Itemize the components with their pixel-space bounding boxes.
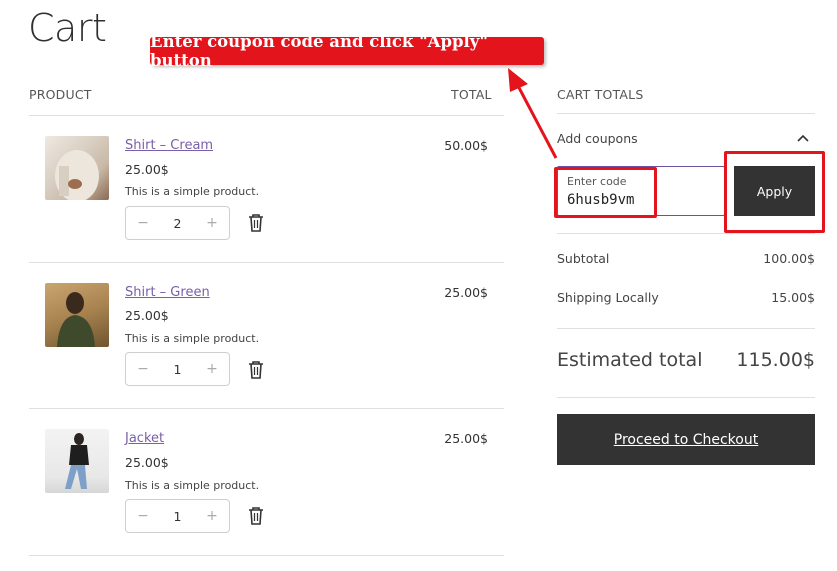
product-description: This is a simple product.: [125, 185, 260, 198]
divider: [557, 233, 815, 234]
product-name-link[interactable]: Shirt – Cream: [125, 138, 213, 153]
decrease-quantity-button[interactable]: −: [136, 215, 150, 231]
chevron-up-icon[interactable]: [797, 134, 809, 142]
decrease-quantity-button[interactable]: −: [136, 508, 150, 524]
product-column-header: PRODUCT: [29, 87, 92, 102]
trash-icon[interactable]: [247, 213, 265, 233]
shipping-value: 15.00$: [771, 290, 815, 305]
total-column-header: TOTAL: [451, 87, 492, 102]
highlight-box: [554, 167, 657, 218]
quantity-value[interactable]: 1: [174, 509, 182, 524]
cart-totals-heading: CART TOTALS: [557, 87, 644, 102]
product-description: This is a simple product.: [125, 479, 260, 492]
product-price: 25.00$: [125, 162, 169, 177]
item-total: 25.00$: [444, 285, 488, 300]
product-description: This is a simple product.: [125, 332, 260, 345]
divider: [557, 397, 815, 398]
page-title: Cart: [28, 6, 107, 50]
subtotal-value: 100.00$: [763, 251, 815, 266]
product-image[interactable]: [45, 429, 109, 493]
product-price: 25.00$: [125, 455, 169, 470]
increase-quantity-button[interactable]: +: [205, 215, 219, 231]
estimated-total-value: 115.00$: [736, 349, 815, 371]
trash-icon[interactable]: [247, 360, 265, 380]
product-image[interactable]: [45, 136, 109, 200]
divider: [29, 115, 504, 116]
product-price: 25.00$: [125, 308, 169, 323]
increase-quantity-button[interactable]: +: [205, 361, 219, 377]
arrow-icon: [508, 68, 558, 159]
decrease-quantity-button[interactable]: −: [136, 361, 150, 377]
instruction-callout: Enter coupon code and click "Apply" butt…: [150, 32, 544, 70]
product-name-link[interactable]: Jacket: [125, 431, 164, 446]
item-total: 50.00$: [444, 138, 488, 153]
add-coupons-toggle[interactable]: Add coupons: [557, 131, 638, 146]
shipping-label: Shipping Locally: [557, 290, 659, 305]
quantity-stepper: − 2 +: [125, 206, 230, 240]
product-image[interactable]: [45, 283, 109, 347]
product-name-link[interactable]: Shirt – Green: [125, 285, 210, 300]
subtotal-label: Subtotal: [557, 251, 610, 266]
quantity-value[interactable]: 2: [174, 216, 182, 231]
quantity-stepper: − 1 +: [125, 499, 230, 533]
item-total: 25.00$: [444, 431, 488, 446]
divider: [29, 408, 504, 409]
highlight-box: [724, 151, 825, 233]
proceed-to-checkout-button[interactable]: Proceed to Checkout: [557, 414, 815, 465]
increase-quantity-button[interactable]: +: [205, 508, 219, 524]
divider: [29, 555, 504, 556]
quantity-stepper: − 1 +: [125, 352, 230, 386]
divider: [557, 113, 815, 114]
quantity-value[interactable]: 1: [174, 362, 182, 377]
trash-icon[interactable]: [247, 506, 265, 526]
divider: [29, 262, 504, 263]
divider: [557, 328, 815, 329]
